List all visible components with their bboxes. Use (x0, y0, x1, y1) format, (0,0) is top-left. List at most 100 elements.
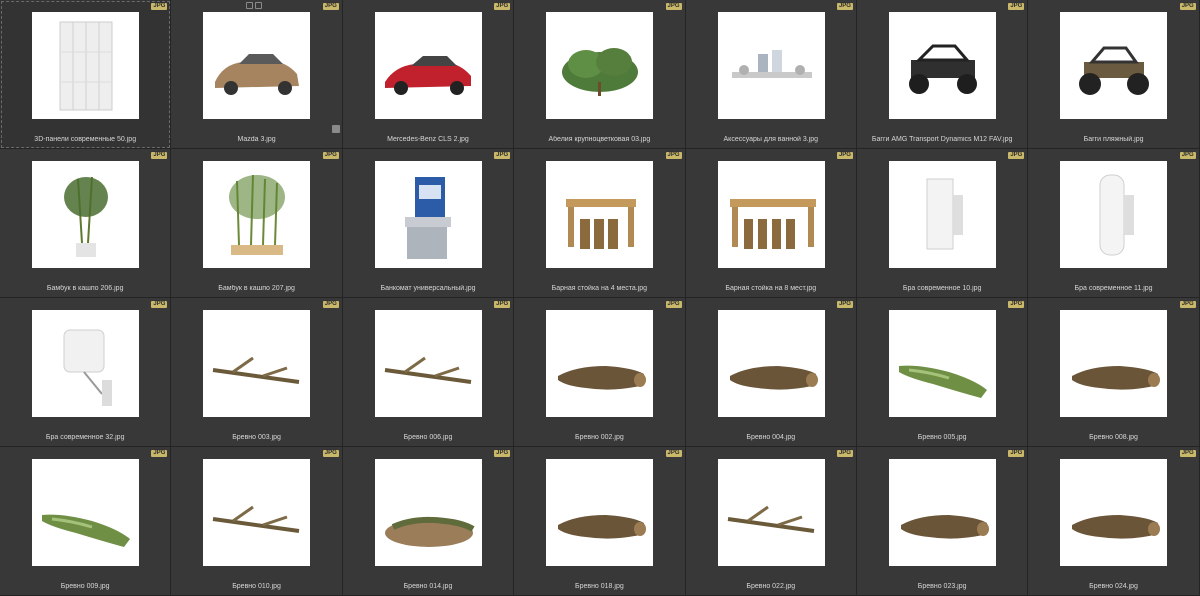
thumbnail-caption: Абелия крупноцветковая 03.jpg (548, 136, 651, 143)
checkbox-icon[interactable] (332, 125, 340, 133)
grid-item[interactable]: JPG Багги пляжный.jpg (1028, 0, 1200, 149)
grid-item[interactable]: JPG Бамбук в кашпо 207.jpg (171, 149, 343, 298)
file-type-badge: JPG (665, 3, 682, 10)
thumbnail-caption: Бра современное 32.jpg (45, 434, 125, 441)
grid-item[interactable]: JPG Банкомат универсальный.jpg (342, 149, 515, 298)
thumbnail-image[interactable] (546, 310, 654, 417)
file-type-badge: JPG (494, 152, 511, 159)
grid-item[interactable]: JPG Бревно 018.jpg (514, 447, 686, 596)
thumbnail-image[interactable] (203, 310, 311, 417)
grid-item[interactable]: JPG Бревно 022.jpg (685, 447, 857, 596)
bamboo-planter-icon (229, 174, 286, 255)
thumbnail-image[interactable] (32, 310, 139, 417)
grid-item[interactable]: JPG Бревно 008.jpg (1028, 298, 1200, 447)
thumbnail-image[interactable] (203, 459, 311, 566)
thumbnail-caption: Бамбук в кашпо 207.jpg (218, 285, 295, 292)
thumbnail-caption: Бревно 003.jpg (232, 434, 281, 441)
grid-item[interactable]: JPG Бра современное 10.jpg (856, 149, 1029, 298)
log-icon (1072, 366, 1161, 390)
thumbnail-caption: Бра современное 10.jpg (902, 285, 982, 292)
grid-item[interactable]: JPG Абелия крупноцветковая 03.jpg (514, 0, 686, 149)
log-icon (900, 515, 989, 539)
thumbnail-image[interactable] (546, 459, 654, 566)
grid-item[interactable]: JPG Бревно 010.jpg (171, 447, 343, 596)
grid-item[interactable]: JPG Бамбук в кашпо 206.jpg (0, 149, 172, 298)
grid-item[interactable]: JPG Mazda 3.jpg (171, 0, 343, 149)
thumbnail-image[interactable] (1060, 161, 1168, 268)
thumbnail-caption: Бревно 010.jpg (232, 583, 281, 590)
grid-item[interactable]: JPG Бревно 024.jpg (1028, 447, 1200, 596)
sconce-cylinder-icon (1099, 174, 1135, 256)
thumbnail-image[interactable] (374, 161, 482, 268)
thumbnail-image[interactable] (374, 12, 482, 119)
thumbnail-image[interactable] (888, 12, 996, 119)
file-type-badge: JPG (322, 152, 339, 159)
branch-icon (727, 505, 814, 533)
bar-counter-4-icon (566, 199, 637, 249)
thumbnail-caption: Бревно 022.jpg (746, 583, 796, 590)
file-type-badge: JPG (322, 301, 339, 308)
grid-item[interactable]: JPG Бра современное 32.jpg (0, 298, 172, 447)
grid-item[interactable]: JPG Бра современное 11.jpg (1028, 149, 1200, 298)
rotate-icon[interactable] (255, 2, 262, 9)
thumbnail-image[interactable] (374, 459, 482, 566)
thumbnail-image[interactable] (546, 12, 654, 119)
grid-item[interactable]: JPG Бревно 002.jpg (514, 298, 686, 447)
file-type-badge: JPG (1179, 301, 1196, 308)
sconce-icon (926, 178, 963, 250)
thumbnail-caption: Багги пляжный.jpg (1083, 136, 1144, 143)
thumbnail-caption: Бревно 014.jpg (403, 583, 453, 590)
shrub-icon (562, 48, 639, 96)
thumbnail-grid: JPG 3D-панели современные 50.jpg JPG Mazda … (0, 0, 1200, 596)
grid-item[interactable]: JPG Бревно 023.jpg (856, 447, 1029, 596)
log-icon (558, 515, 647, 539)
thumbnail-image[interactable] (546, 161, 654, 268)
car-beige-icon (215, 54, 300, 95)
thumbnail-image[interactable] (717, 310, 825, 417)
select-box-icon[interactable] (246, 2, 253, 9)
buggy-military-icon (908, 44, 977, 94)
grid-item[interactable]: JPG Аксессуары для ванной 3.jpg (685, 0, 857, 149)
grid-item[interactable]: JPG 3D-панели современные 50.jpg (0, 0, 172, 149)
thumbnail-caption: Бревно 018.jpg (574, 583, 624, 590)
thumbnail-caption: Бревно 023.jpg (917, 583, 967, 590)
grid-item[interactable]: JPG Бревно 005.jpg (856, 298, 1029, 447)
thumbnail-image[interactable] (888, 161, 996, 268)
grid-item[interactable]: JPG Бревно 009.jpg (0, 447, 172, 596)
thumbnail-image[interactable] (203, 12, 311, 119)
thumbnail-image[interactable] (32, 459, 139, 566)
thumbnail-caption: Бревно 006.jpg (403, 434, 453, 441)
thumbnail-caption: Бревно 008.jpg (1089, 434, 1138, 441)
thumbnail-caption: Бревно 002.jpg (574, 434, 624, 441)
file-type-badge: JPG (1179, 3, 1196, 10)
thumbnail-caption: Бревно 005.jpg (917, 434, 967, 441)
thumbnail-image[interactable] (1060, 459, 1168, 566)
sconce-lamp-icon (63, 329, 112, 406)
grid-item[interactable]: JPG Багги AMG Transport Dynamics M12 FAV.… (856, 0, 1029, 149)
thumbnail-image[interactable] (32, 161, 139, 268)
grid-item[interactable]: JPG Бревно 003.jpg (171, 298, 343, 447)
thumbnail-image[interactable] (717, 12, 825, 119)
file-type-badge: JPG (665, 450, 682, 457)
grid-item[interactable]: JPG Бревно 004.jpg (685, 298, 857, 447)
file-type-badge: JPG (1008, 450, 1025, 457)
grid-item[interactable]: JPG Барная стойка на 8 мест.jpg (685, 149, 857, 298)
thumbnail-caption: Бра современное 11.jpg (1074, 285, 1153, 292)
grid-item[interactable]: JPG Mercedes-Benz CLS 2.jpg (342, 0, 515, 149)
thumbnail-image[interactable] (203, 161, 311, 268)
thumbnail-caption: Багги AMG Transport Dynamics M12 FAV.jpg (871, 136, 1013, 143)
thumbnail-image[interactable] (717, 459, 825, 566)
thumbnail-image[interactable] (1060, 310, 1168, 417)
file-type-badge: JPG (1008, 3, 1025, 10)
thumbnail-image[interactable] (374, 310, 482, 417)
file-type-badge: JPG (1179, 450, 1196, 457)
thumbnail-caption: Mazda 3.jpg (237, 136, 276, 143)
thumbnail-image[interactable] (888, 310, 996, 417)
grid-item[interactable]: JPG Бревно 006.jpg (342, 298, 515, 447)
thumbnail-image[interactable] (32, 12, 139, 119)
thumbnail-image[interactable] (888, 459, 996, 566)
grid-item[interactable]: JPG Бревно 014.jpg (342, 447, 515, 596)
thumbnail-image[interactable] (1060, 12, 1168, 119)
thumbnail-image[interactable] (717, 161, 825, 268)
grid-item[interactable]: JPG Барная стойка на 4 места.jpg (514, 149, 686, 298)
